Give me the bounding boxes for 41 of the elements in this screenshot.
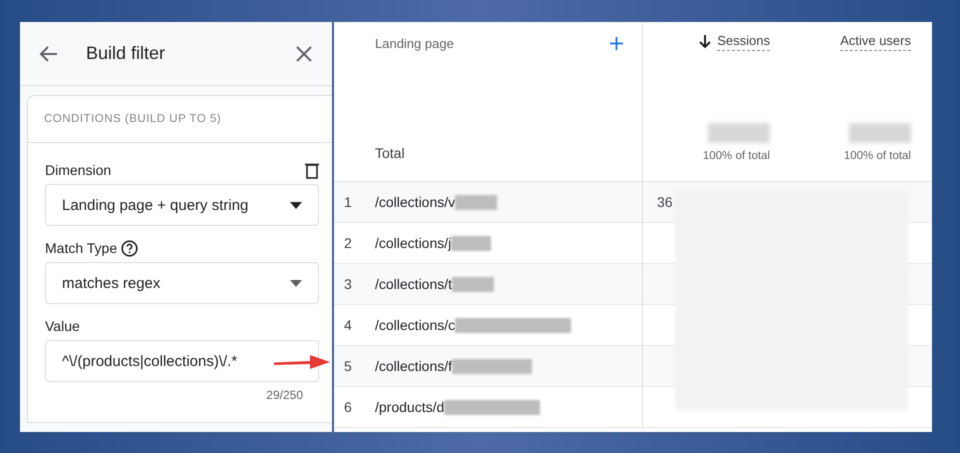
sessions-value: 36 <box>657 194 673 210</box>
redaction-blur <box>708 123 770 143</box>
landing-page-link[interactable]: /collections/t <box>375 276 452 292</box>
value-input-field[interactable]: ^\/(products|collections)\/.* <box>45 340 319 382</box>
dropdown-field[interactable]: Landing page + query string <box>45 184 319 226</box>
field-label: Value <box>45 318 80 334</box>
redaction-blur <box>455 194 498 210</box>
column-header[interactable]: Landing page <box>375 36 454 51</box>
dropdown-caret-icon <box>290 280 302 286</box>
dropdown-caret-icon <box>290 202 302 208</box>
row-number: 6 <box>343 399 353 415</box>
dropdown-field[interactable]: matches regex <box>45 262 319 304</box>
redaction-blur <box>452 276 494 292</box>
row-number: 2 <box>343 235 353 251</box>
close-icon[interactable] <box>296 46 312 62</box>
column-header[interactable]: Sessions <box>717 33 770 51</box>
total-label: Total <box>375 145 405 161</box>
field-label: Dimension <box>45 162 112 178</box>
column-header[interactable]: Active users <box>840 33 911 51</box>
add-icon[interactable] <box>610 37 623 50</box>
conditions-heading: CONDITIONS (BUILD UP TO 5) <box>44 113 222 125</box>
row-number: 1 <box>343 194 353 210</box>
trash-icon[interactable] <box>305 162 319 178</box>
total-share: 100% of total <box>844 150 911 162</box>
back-arrow-icon[interactable] <box>39 44 59 64</box>
landing-page-link[interactable]: /collections/f <box>375 358 452 374</box>
panel-title: Build filter <box>86 43 166 64</box>
landing-page-link[interactable]: /collections/j <box>375 235 452 251</box>
landing-page-link[interactable]: /collections/c <box>375 317 456 333</box>
help-icon[interactable] <box>121 240 138 256</box>
field-label: Match Type <box>45 240 118 256</box>
redaction-blur <box>849 123 911 143</box>
sort-down-arrow-icon[interactable] <box>699 35 712 49</box>
row-number: 4 <box>343 317 353 333</box>
landing-page-link[interactable]: /products/d <box>375 399 444 415</box>
row-number: 3 <box>343 276 353 292</box>
total-share: 100% of total <box>702 150 770 162</box>
redaction-blur <box>451 236 492 250</box>
row-number: 5 <box>343 358 353 374</box>
character-counter: 29/250 <box>266 388 303 402</box>
landing-page-link[interactable]: /collections/v <box>375 194 456 210</box>
